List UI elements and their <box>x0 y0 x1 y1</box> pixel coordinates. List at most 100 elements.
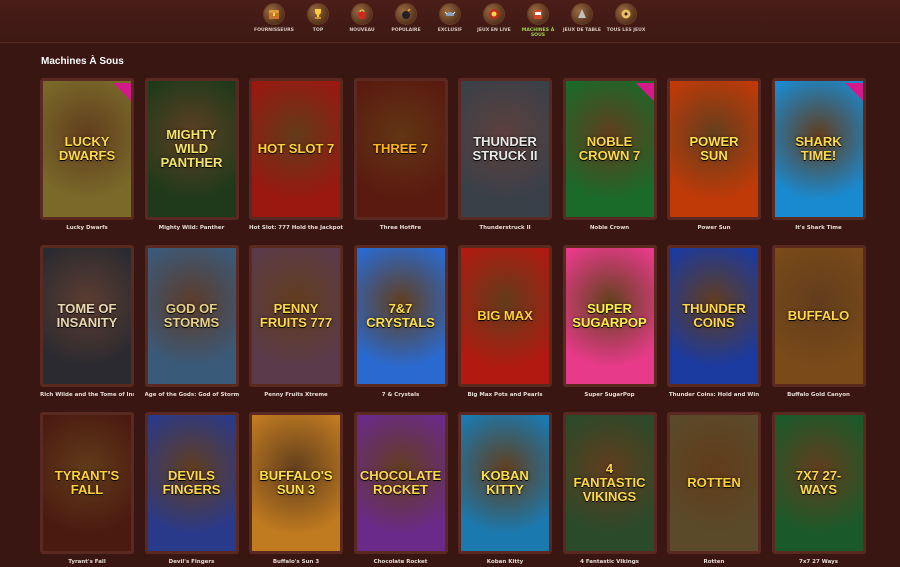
game-card[interactable]: BUFFALO'S SUN 3 Buffalo's Sun 3 <box>249 412 343 567</box>
game-name[interactable]: Age of the Gods: God of Storms Fir... <box>145 392 239 400</box>
game-card[interactable]: THUNDER COINS Thunder Coins: Hold and Win <box>667 245 761 400</box>
game-thumbnail[interactable]: PENNY FRUITS 777 <box>249 245 343 387</box>
game-card[interactable]: SUPER SUGARPOP Super SugarPop <box>562 245 657 400</box>
game-name[interactable]: 7x7 27 Ways <box>772 559 866 567</box>
game-card[interactable]: PENNY FRUITS 777 Penny Fruits Xtreme <box>249 245 343 400</box>
nav-item-jeux-de-table[interactable]: Jeux de table <box>562 0 602 42</box>
game-art-title: SHARK TIME! <box>795 134 842 163</box>
game-card[interactable]: TOME OF INSANITY Rich Wilde and the Tome … <box>40 245 134 400</box>
game-name[interactable]: Buffalo Gold Canyon <box>772 392 866 400</box>
game-name[interactable]: Devil's Fingers <box>145 559 239 567</box>
game-card[interactable]: THUNDER STRUCK II Thunderstruck II <box>458 78 552 233</box>
game-card[interactable]: CHOCOLATE ROCKET Chocolate Rocket <box>353 412 448 567</box>
game-art-title: TYRANT'S FALL <box>54 468 120 497</box>
game-card[interactable]: GOD OF STORMS Age of the Gods: God of Sto… <box>144 245 239 400</box>
game-name[interactable]: Super SugarPop <box>563 392 657 400</box>
game-card[interactable]: BUFFALO Buffalo Gold Canyon <box>771 245 866 400</box>
game-name[interactable]: Thunderstruck II <box>458 225 552 233</box>
game-name[interactable]: Koban Kitty <box>458 559 552 567</box>
game-card[interactable]: 4 FANTASTIC VIKINGS 4 Fantastic Vikings <box>562 412 657 567</box>
game-card[interactable]: BIG MAX Big Max Pots and Pearls <box>458 245 552 400</box>
game-name[interactable]: Three Hotfire <box>354 225 448 233</box>
slot-machine-icon <box>527 3 549 25</box>
game-grid: LUCKY DWARFS Lucky Dwarfs MIGHTY WILD PANT… <box>40 78 866 567</box>
game-name[interactable]: Chocolate Rocket <box>354 559 448 567</box>
nav-label: Exclusif <box>437 28 463 33</box>
nav-item-populaire[interactable]: Populaire <box>386 0 426 42</box>
game-thumbnail[interactable]: KOBAN KITTY <box>458 412 552 554</box>
game-card[interactable]: NOBLE CROWN 7 Noble Crown <box>562 78 657 233</box>
nav-item-top[interactable]: Top <box>298 0 338 42</box>
nav-item-fournisseurs[interactable]: Fournisseurs <box>254 0 294 42</box>
game-name[interactable]: Lucky Dwarfs <box>40 225 134 233</box>
game-thumbnail[interactable]: ROTTEN <box>667 412 761 554</box>
game-card[interactable]: 7X7 27-WAYS 7x7 27 Ways <box>771 412 866 567</box>
game-name[interactable]: Power Sun <box>667 225 761 233</box>
game-card[interactable]: TYRANT'S FALL Tyrant's Fall <box>40 412 134 567</box>
game-card[interactable]: 7&7 CRYSTALS 7 & Crystals <box>353 245 448 400</box>
game-name[interactable]: Thunder Coins: Hold and Win <box>667 392 761 400</box>
bomb-icon <box>395 3 417 25</box>
game-card[interactable]: ROTTEN Rotten <box>667 412 761 567</box>
game-thumbnail[interactable]: CHOCOLATE ROCKET <box>353 412 448 554</box>
game-card[interactable]: KOBAN KITTY Koban Kitty <box>458 412 552 567</box>
game-thumbnail[interactable]: THUNDER COINS <box>667 245 761 387</box>
section-title: Machines À Sous <box>41 56 124 67</box>
game-art-title: DEVILS FINGERS <box>162 468 221 497</box>
game-thumbnail[interactable]: 7X7 27-WAYS <box>771 412 866 554</box>
game-thumbnail[interactable]: POWER SUN <box>667 78 761 220</box>
game-name[interactable]: Big Max Pots and Pearls <box>458 392 552 400</box>
nav-item-jeux-en-live[interactable]: Jeux en live <box>474 0 514 42</box>
game-name[interactable]: Penny Fruits Xtreme <box>249 392 343 400</box>
game-name[interactable]: 7 & Crystals <box>354 392 448 400</box>
nav-item-machines-sous[interactable]: Machines à sous <box>518 0 558 42</box>
game-thumbnail[interactable]: GOD OF STORMS <box>144 245 239 387</box>
nav-label: Jeux de table <box>562 28 602 33</box>
game-name[interactable]: Hot Slot: 777 Hold the Jackpot <box>249 225 343 233</box>
game-name[interactable]: 4 Fantastic Vikings <box>563 559 657 567</box>
game-thumbnail[interactable]: SHARK TIME! <box>771 78 866 220</box>
game-thumbnail[interactable]: MIGHTY WILD PANTHER <box>144 78 239 220</box>
game-thumbnail[interactable]: THREE 7 <box>353 78 448 220</box>
card-table-icon <box>571 3 593 25</box>
game-name[interactable]: Buffalo's Sun 3 <box>249 559 343 567</box>
game-thumbnail[interactable]: BUFFALO <box>771 245 866 387</box>
dice-icon <box>615 3 637 25</box>
chest-icon <box>263 3 285 25</box>
game-name[interactable]: Mighty Wild: Panther <box>145 225 239 233</box>
game-art-title: BUFFALO <box>787 308 850 323</box>
nav-label: Fournisseurs <box>254 28 294 33</box>
game-card[interactable]: LUCKY DWARFS Lucky Dwarfs <box>40 78 134 233</box>
game-thumbnail[interactable]: 7&7 CRYSTALS <box>353 245 448 387</box>
game-thumbnail[interactable]: TOME OF INSANITY <box>40 245 134 387</box>
game-name[interactable]: Rotten <box>667 559 761 567</box>
new-badge <box>635 83 654 101</box>
game-thumbnail[interactable]: LUCKY DWARFS <box>40 78 134 220</box>
game-thumbnail[interactable]: SUPER SUGARPOP <box>562 245 657 387</box>
game-card[interactable]: SHARK TIME! It's Shark Time <box>771 78 866 233</box>
game-card[interactable]: MIGHTY WILD PANTHER Mighty Wild: Panther <box>144 78 239 233</box>
game-card[interactable]: THREE 7 Three Hotfire <box>353 78 448 233</box>
game-thumbnail[interactable]: HOT SLOT 7 <box>249 78 343 220</box>
game-card[interactable]: POWER SUN Power Sun <box>667 78 761 233</box>
nav-item-tous-les-jeux[interactable]: Tous les jeux <box>606 0 646 42</box>
game-thumbnail[interactable]: THUNDER STRUCK II <box>458 78 552 220</box>
game-card[interactable]: DEVILS FINGERS Devil's Fingers <box>144 412 239 567</box>
game-name[interactable]: Tyrant's Fall <box>40 559 134 567</box>
game-thumbnail[interactable]: DEVILS FINGERS <box>144 412 239 554</box>
nav-item-nouveau[interactable]: Nouveau <box>342 0 382 42</box>
nav-label: Jeux en live <box>477 28 511 33</box>
game-art-title: THUNDER STRUCK II <box>472 134 538 163</box>
game-art-title: CHOCOLATE ROCKET <box>359 468 442 497</box>
game-name[interactable]: Rich Wilde and the Tome of Insanity <box>40 392 134 400</box>
game-thumbnail[interactable]: NOBLE CROWN 7 <box>562 78 657 220</box>
nav-item-exclusif[interactable]: Exclusif <box>430 0 470 42</box>
game-thumbnail[interactable]: BUFFALO'S SUN 3 <box>249 412 343 554</box>
game-thumbnail[interactable]: TYRANT'S FALL <box>40 412 134 554</box>
game-card[interactable]: HOT SLOT 7 Hot Slot: 777 Hold the Jackpot <box>249 78 343 233</box>
game-thumbnail[interactable]: BIG MAX <box>458 245 552 387</box>
category-nav: Fournisseurs Top Nouveau Populaire Exclusif J… <box>0 0 900 43</box>
game-name[interactable]: Noble Crown <box>563 225 657 233</box>
game-name[interactable]: It's Shark Time <box>772 225 866 233</box>
game-thumbnail[interactable]: 4 FANTASTIC VIKINGS <box>562 412 657 554</box>
